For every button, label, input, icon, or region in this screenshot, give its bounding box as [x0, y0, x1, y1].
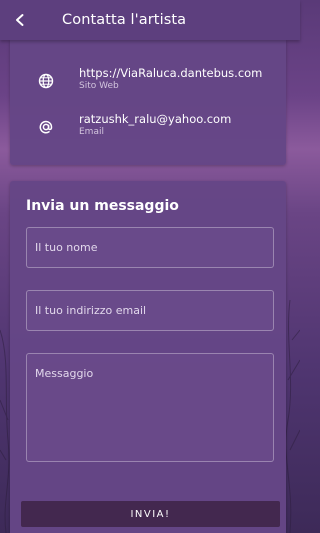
page-title: Contatta l'artista — [62, 12, 187, 28]
email-label: Email — [79, 127, 104, 137]
arrow-left-icon — [16, 14, 24, 26]
message-textarea[interactable] — [26, 353, 274, 462]
email-input[interactable] — [26, 290, 274, 331]
contact-email-row[interactable]: ratzushk_ralu@yahoo.com Email — [10, 112, 286, 146]
app-bar: Contatta l'artista — [0, 0, 300, 40]
website-link[interactable]: https://ViaRaluca.dantebus.com — [79, 66, 262, 80]
contact-website-row[interactable]: https://ViaRaluca.dantebus.com Sito Web — [10, 66, 286, 100]
website-label: Sito Web — [79, 81, 119, 91]
form-title: Invia un messaggio — [26, 198, 179, 214]
send-button[interactable]: INVIA! — [21, 501, 280, 527]
back-button[interactable] — [0, 0, 40, 40]
name-input[interactable] — [26, 227, 274, 268]
contacts-card: https://ViaRaluca.dantebus.com Sito Web … — [10, 40, 286, 165]
globe-icon — [37, 72, 55, 90]
email-link[interactable]: ratzushk_ralu@yahoo.com — [79, 112, 231, 126]
message-form-card: Invia un messaggio INVIA! — [10, 181, 286, 533]
at-sign-icon — [37, 118, 55, 136]
